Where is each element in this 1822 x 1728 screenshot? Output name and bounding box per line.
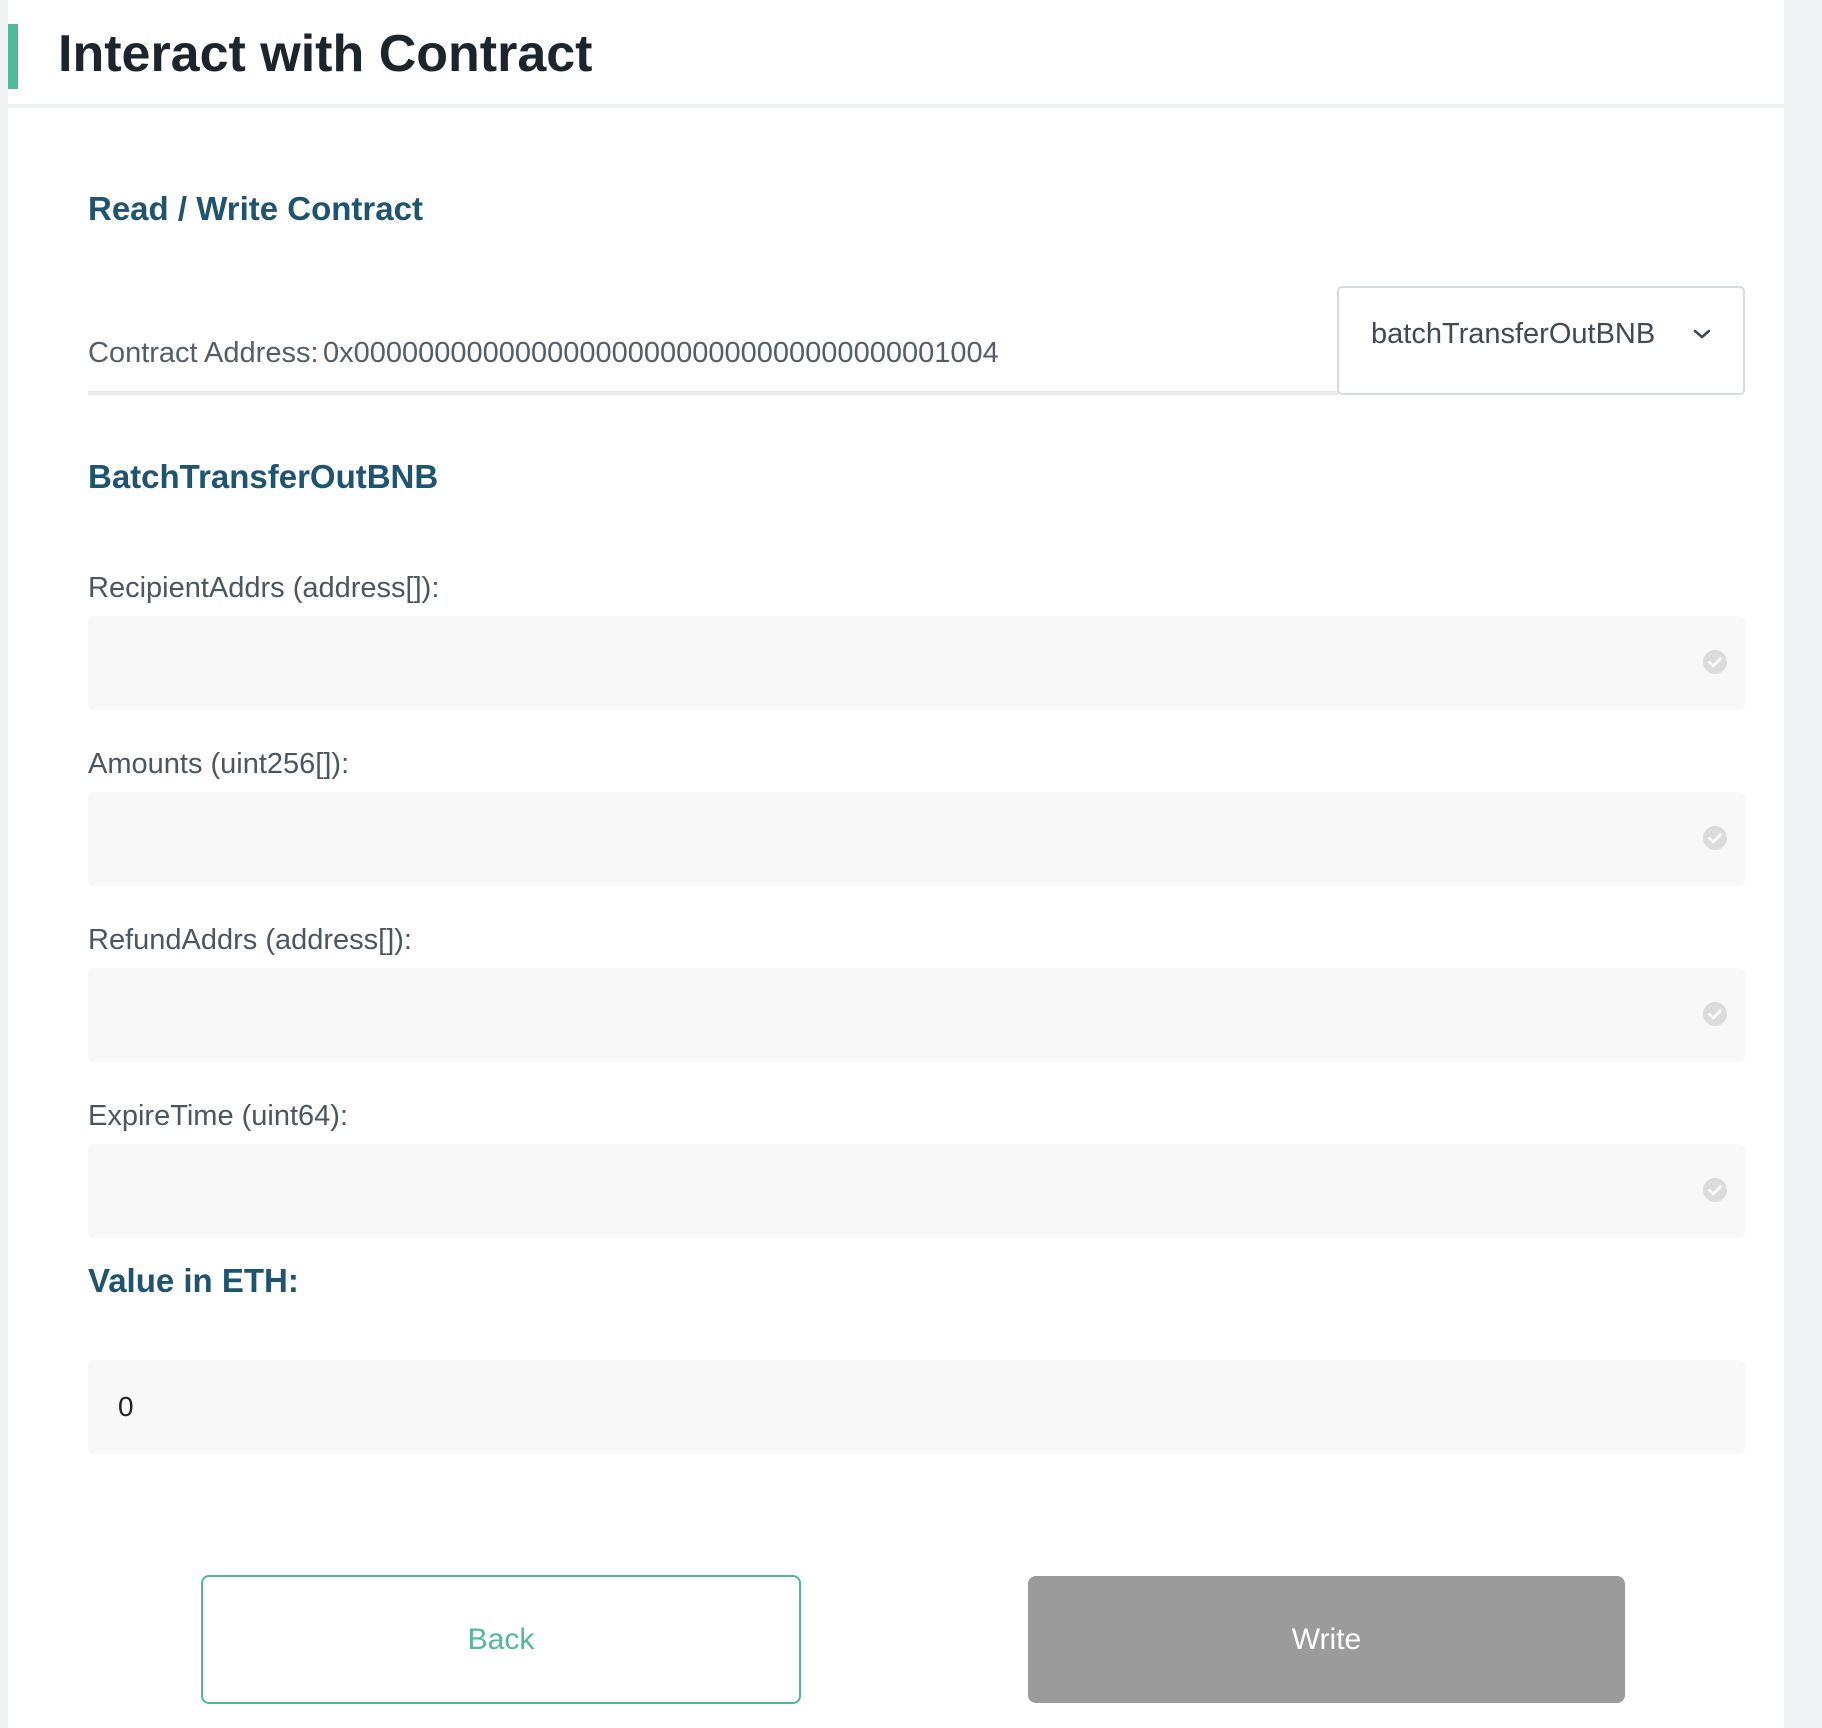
amounts-input[interactable] [88,792,1678,886]
check-circle-icon [1703,650,1727,674]
chevron-down-icon [1693,329,1711,339]
write-button-label: Write [1291,1623,1362,1656]
function-select[interactable]: batchTransferOutBNB [1337,286,1745,395]
write-button[interactable]: Write [1028,1576,1625,1703]
section-title: Read / Write Contract [88,190,423,227]
refund-addrs-label: RefundAddrs (address[]): [88,924,412,956]
amounts-field [88,792,1745,886]
page-title: Interact with Contract [58,25,593,83]
recipient-addrs-field [88,616,1745,710]
contract-address-row: Contract Address: 0x00000000000000000000… [88,325,1338,395]
back-button-label: Back [467,1623,535,1656]
check-circle-icon [1703,826,1727,850]
contract-address-label: Contract Address: [88,337,319,369]
value-field [88,1360,1745,1454]
expire-time-label: ExpireTime (uint64): [88,1100,349,1132]
page: Interact with Contract Read / Write Cont… [8,0,1784,1728]
recipient-addrs-input[interactable] [88,616,1678,710]
value-in-eth-input[interactable] [88,1360,1678,1454]
value-in-eth-label: Value in ETH: [88,1262,299,1299]
expire-time-field [88,1144,1745,1238]
contract-address-value: 0x00000000000000000000000000000000000010… [322,337,999,369]
check-circle-icon [1703,1178,1727,1202]
refund-addrs-input[interactable] [88,968,1678,1062]
function-select-value: batchTransferOutBNB [1371,318,1656,350]
refund-addrs-field [88,968,1745,1062]
header-accent-bar [8,24,18,89]
check-circle-icon [1703,1002,1727,1026]
function-title: BatchTransferOutBNB [88,458,439,495]
amounts-label: Amounts (uint256[]): [88,748,350,780]
expire-time-input[interactable] [88,1144,1678,1238]
page-header: Interact with Contract [8,0,1784,108]
recipient-addrs-label: RecipientAddrs (address[]): [88,572,440,604]
back-button[interactable]: Back [201,1575,801,1704]
